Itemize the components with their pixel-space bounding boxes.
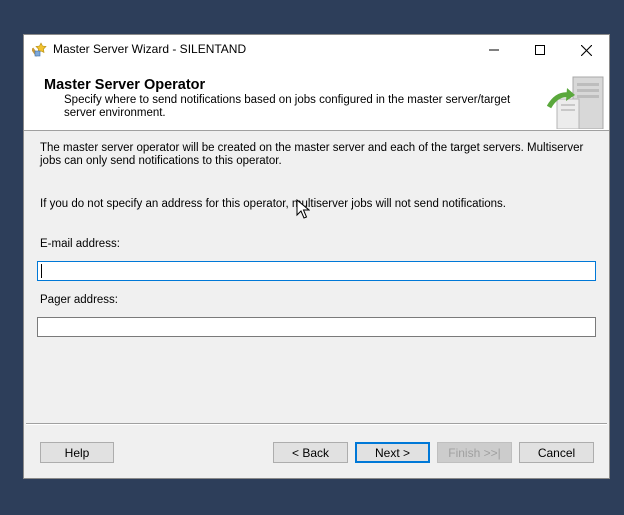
notification-note: If you do not specify an address for thi… (40, 198, 506, 210)
title-bar[interactable]: Master Server Wizard - SILENTAND (24, 35, 609, 65)
minimize-button[interactable] (471, 35, 517, 65)
wizard-window: Master Server Wizard - SILENTAND Master … (23, 34, 610, 479)
next-button[interactable]: Next > (355, 442, 430, 463)
window-title: Master Server Wizard - SILENTAND (53, 42, 247, 56)
wizard-header: Master Server Operator Specify where to … (24, 65, 609, 131)
page-title: Master Server Operator (44, 77, 206, 93)
minimize-icon (489, 49, 499, 51)
help-button[interactable]: Help (40, 442, 114, 463)
email-label: E-mail address: (40, 238, 120, 250)
close-icon (580, 44, 592, 56)
back-button[interactable]: < Back (273, 442, 348, 463)
page-subtitle: Specify where to send notifications base… (64, 94, 511, 119)
maximize-icon (535, 45, 545, 55)
pager-label: Pager address: (40, 294, 118, 306)
email-address-input[interactable] (37, 261, 596, 281)
mouse-pointer-icon (296, 199, 310, 219)
pager-address-input[interactable] (37, 317, 596, 337)
server-graphic-icon (547, 76, 604, 129)
wizard-wand-icon (32, 42, 47, 57)
cancel-button[interactable]: Cancel (519, 442, 594, 463)
footer-divider (26, 423, 607, 425)
text-caret (41, 264, 42, 278)
finish-button[interactable]: Finish >>| (437, 442, 512, 463)
close-button[interactable] (563, 35, 609, 65)
description-text: The master server operator will be creat… (40, 142, 584, 167)
maximize-button[interactable] (517, 35, 563, 65)
